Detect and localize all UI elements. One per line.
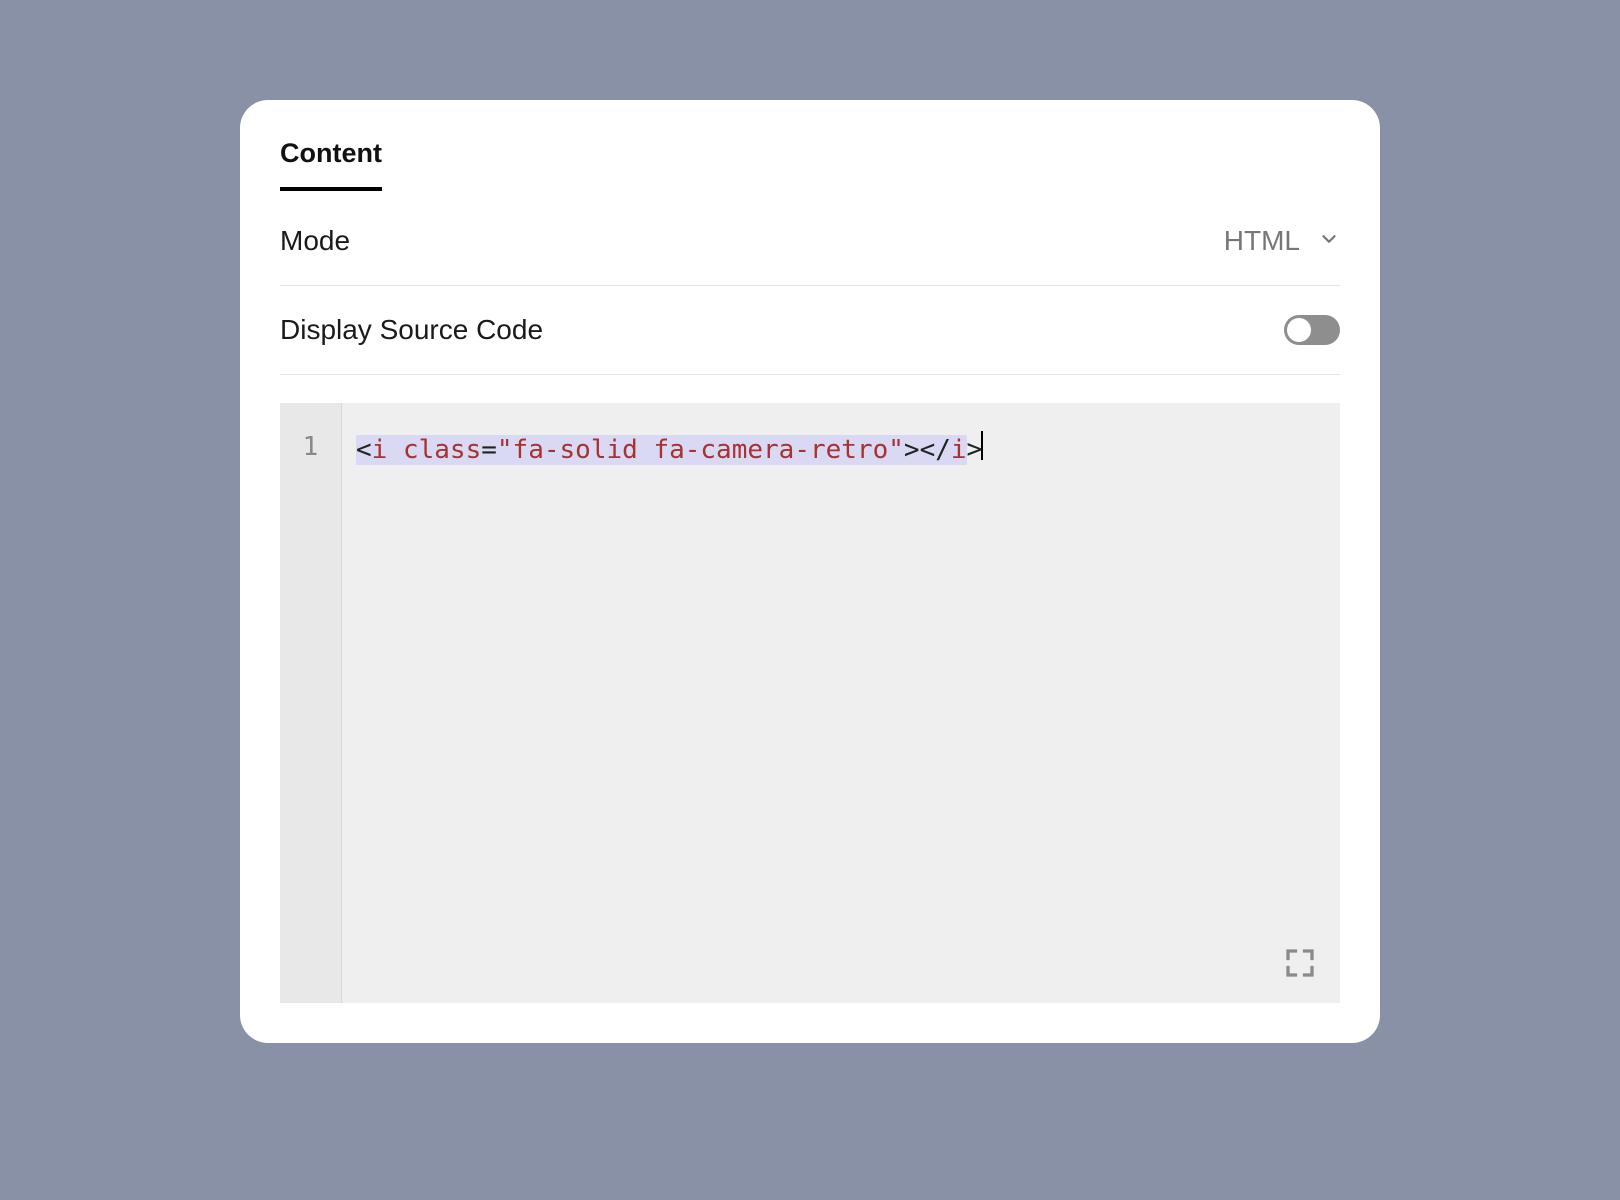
editor-gutter: 1 (280, 403, 342, 1003)
display-source-row: Display Source Code (280, 286, 1340, 375)
code-line[interactable]: <i class="fa-solid fa-camera-retro"></i> (356, 431, 1326, 467)
editor-code-area[interactable]: <i class="fa-solid fa-camera-retro"></i> (342, 403, 1340, 1003)
content-panel: Content Mode HTML Display Source Code 1 … (240, 100, 1380, 1043)
tabs: Content (280, 138, 1340, 191)
mode-select[interactable]: HTML (1224, 225, 1340, 257)
chevron-down-icon (1318, 225, 1340, 257)
line-number: 1 (280, 431, 341, 465)
mode-value: HTML (1224, 225, 1300, 257)
mode-row: Mode HTML (280, 197, 1340, 286)
fullscreen-icon[interactable] (1282, 945, 1318, 981)
mode-label: Mode (280, 225, 350, 257)
tab-content[interactable]: Content (280, 138, 382, 191)
display-source-toggle[interactable] (1284, 315, 1340, 345)
display-source-label: Display Source Code (280, 314, 543, 346)
code-editor[interactable]: 1 <i class="fa-solid fa-camera-retro"></… (280, 403, 1340, 1003)
